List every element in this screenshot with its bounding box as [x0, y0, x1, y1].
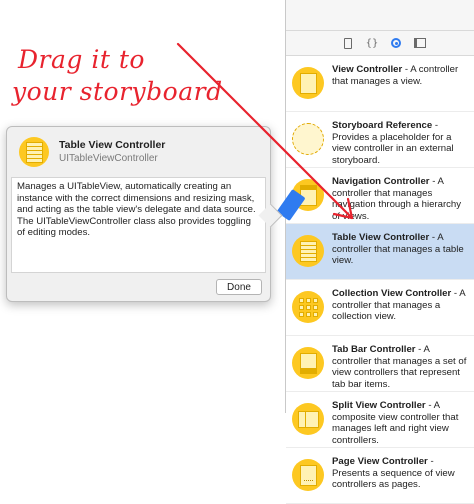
item-title: Navigation Controller [332, 176, 430, 187]
library-item-storyboard-reference[interactable]: Storyboard Reference - Provides a placeh… [286, 112, 474, 168]
library-item-page-view-controller[interactable]: Page View Controller - Presents a sequen… [286, 448, 474, 504]
popover-description: Manages a UITableView, automatically cre… [11, 177, 266, 273]
library-item-split-view-controller[interactable]: Split View Controller - A composite view… [286, 392, 474, 448]
media-icon[interactable] [413, 36, 427, 50]
item-title: Page View Controller [332, 456, 428, 467]
table-view-controller-icon [19, 137, 49, 167]
popover-header: Table View Controller UITableViewControl… [7, 127, 270, 177]
library-item-view-controller[interactable]: View Controller - A controller that mana… [286, 56, 474, 112]
library-item-table-view-controller[interactable]: Table View Controller - A controller tha… [286, 224, 474, 280]
popover-subtitle: UITableViewController [59, 153, 158, 164]
library-item-tab-bar-controller[interactable]: Tab Bar Controller - A controller that m… [286, 336, 474, 392]
library-item-navigation-controller[interactable]: Navigation Controller - A controller tha… [276, 168, 474, 224]
item-title: Storyboard Reference [332, 120, 433, 131]
item-title: Table View Controller [332, 232, 430, 243]
object-library-icon[interactable] [389, 36, 403, 50]
collection-view-controller-icon [292, 291, 324, 323]
library-item-collection-view-controller[interactable]: Collection View Controller - A controlle… [286, 280, 474, 336]
page-view-controller-icon [292, 459, 324, 491]
split-view-controller-icon [292, 403, 324, 435]
navigation-controller-icon [276, 179, 324, 222]
object-library-panel: {} View Controller - A controller that m… [276, 0, 474, 504]
tab-bar-controller-icon [292, 347, 324, 379]
library-top-bar [286, 0, 474, 31]
annotation-line-2: your storyboard [12, 77, 223, 106]
file-icon[interactable] [341, 36, 355, 50]
item-title: View Controller [332, 64, 403, 75]
item-title: Tab Bar Controller [332, 344, 416, 355]
braces-icon[interactable]: {} [365, 36, 379, 50]
storyboard-reference-icon [292, 123, 324, 155]
object-description-popover: Table View Controller UITableViewControl… [6, 126, 271, 302]
popover-title: Table View Controller [59, 139, 166, 151]
view-controller-icon [292, 67, 324, 99]
table-view-controller-icon [292, 235, 324, 267]
item-title: Split View Controller [332, 400, 426, 411]
library-tab-bar: {} [286, 31, 474, 56]
done-button[interactable]: Done [216, 279, 262, 295]
annotation-line-1: Drag it to [18, 45, 145, 74]
item-title: Collection View Controller [332, 288, 452, 299]
